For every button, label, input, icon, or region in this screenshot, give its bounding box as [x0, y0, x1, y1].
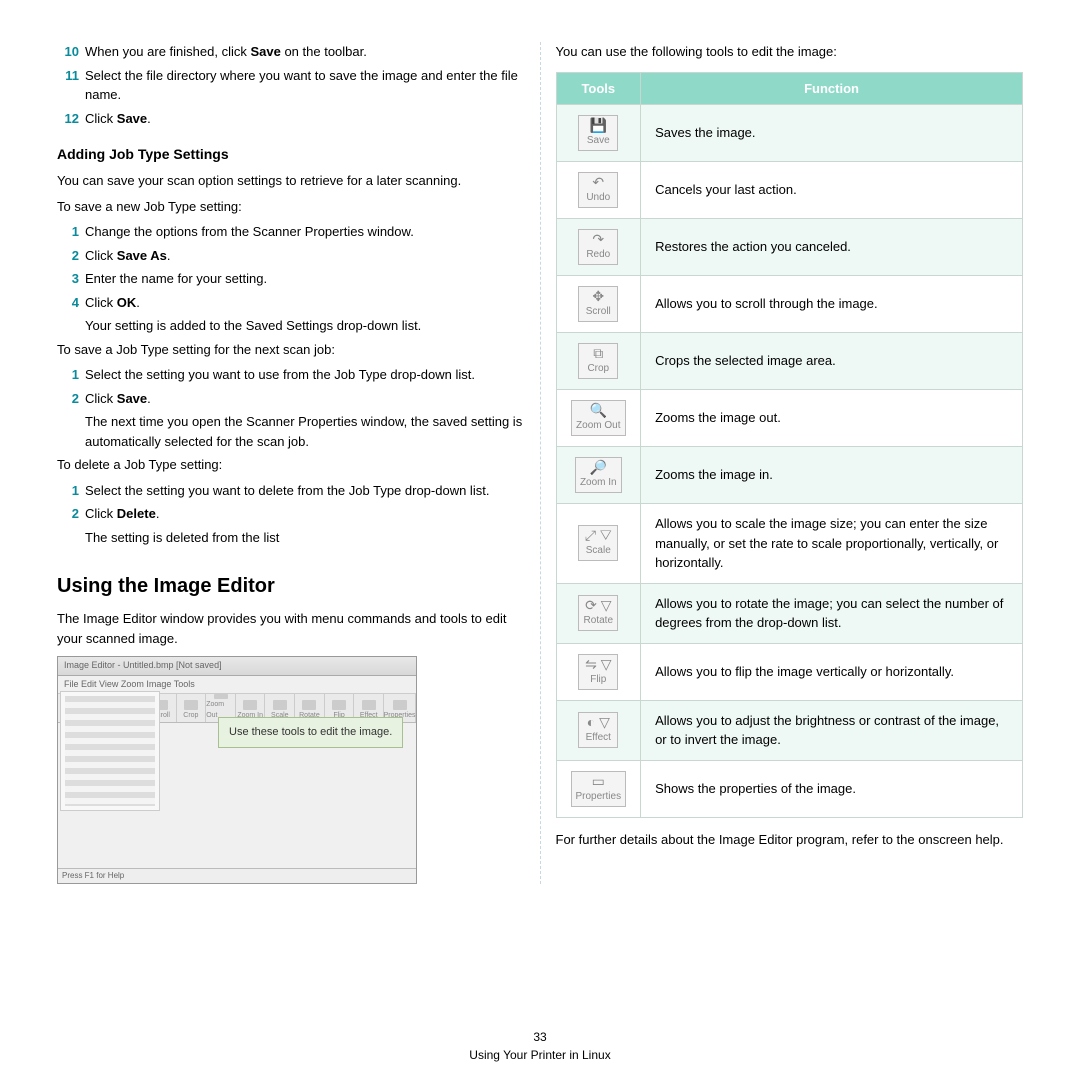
cell-desc: Allows you to scroll through the image. [641, 276, 1023, 333]
tools-table: Tools Function 💾Save Saves the image. ↶Un… [556, 72, 1024, 818]
rotate-icon [302, 700, 316, 710]
callout-box: Use these tools to edit the image. [218, 717, 403, 748]
scale-tool-icon: ⤢ ▽Scale [578, 525, 618, 561]
next-step: 1Select the setting you want to use from… [57, 365, 525, 385]
cell-desc: Cancels your last action. [641, 162, 1023, 219]
cell-desc: Shows the properties of the image. [641, 760, 1023, 817]
left-column: 10 When you are finished, click Save on … [42, 42, 541, 884]
save-step: 4Click OK. [57, 293, 525, 313]
table-row: ⤢ ▽Scale Allows you to scale the image si… [556, 504, 1023, 584]
properties-tool-icon: ▭Properties [571, 771, 627, 807]
flip-icon [332, 700, 346, 710]
next-step: 2Click Save. [57, 389, 525, 409]
heading-using-image-editor: Using the Image Editor [57, 571, 525, 601]
redo-tool-icon: ↷Redo [578, 229, 618, 265]
table-row: ⟳ ▽Rotate Allows you to rotate the image;… [556, 583, 1023, 643]
tb-crop: Crop [177, 694, 207, 722]
table-row: ⇋ ▽Flip Allows you to flip the image vert… [556, 643, 1023, 700]
properties-icon [393, 700, 407, 710]
table-row: ↷Redo Restores the action you canceled. [556, 219, 1023, 276]
scroll-tool-icon: ✥Scroll [578, 286, 618, 322]
th-tools: Tools [556, 72, 641, 105]
crop-tool-icon: ⧉Crop [578, 343, 618, 379]
cell-desc: Restores the action you canceled. [641, 219, 1023, 276]
step-text: Click Save. [85, 109, 525, 129]
save-step: 3Enter the name for your setting. [57, 269, 525, 289]
scale-icon [273, 700, 287, 710]
page-number: 33 [0, 1028, 1080, 1046]
image-editor-screenshot: Image Editor - Untitled.bmp [Not saved] … [57, 656, 417, 884]
step-text: When you are finished, click Save on the… [85, 42, 525, 62]
step-number: 11 [57, 66, 79, 105]
step-text: Select the file directory where you want… [85, 66, 525, 105]
cell-desc: Crops the selected image area. [641, 333, 1023, 390]
step-10: 10 When you are finished, click Save on … [57, 42, 525, 62]
right-column: You can use the following tools to edit … [541, 42, 1039, 884]
cell-desc: Allows you to adjust the brightness or c… [641, 700, 1023, 760]
page-footer: 33 Using Your Printer in Linux [0, 1028, 1080, 1064]
step-12: 12 Click Save. [57, 109, 525, 129]
para-save-lead: To save a new Job Type setting: [57, 197, 525, 217]
table-row: 🔍Zoom Out Zooms the image out. [556, 390, 1023, 447]
cell-desc: Zooms the image in. [641, 447, 1023, 504]
cell-desc: Allows you to flip the image vertically … [641, 643, 1023, 700]
next-note: The next time you open the Scanner Prope… [85, 412, 525, 451]
table-row: ⧉Crop Crops the selected image area. [556, 333, 1023, 390]
table-row: 💾Save Saves the image. [556, 105, 1023, 162]
step-11: 11 Select the file directory where you w… [57, 66, 525, 105]
flip-tool-icon: ⇋ ▽Flip [578, 654, 618, 690]
table-row: ◐ ▽Effect Allows you to adjust the bright… [556, 700, 1023, 760]
save-step: 1Change the options from the Scanner Pro… [57, 222, 525, 242]
undo-tool-icon: ↶Undo [578, 172, 618, 208]
zoom-in-icon [243, 700, 257, 710]
del-step: 2Click Delete. [57, 504, 525, 524]
save-tool-icon: 💾Save [578, 115, 618, 151]
para-using-intro: The Image Editor window provides you wit… [57, 609, 525, 648]
para-del-lead: To delete a Job Type setting: [57, 455, 525, 475]
para-outro: For further details about the Image Edit… [556, 830, 1024, 850]
page-body: 10 When you are finished, click Save on … [0, 0, 1080, 884]
zoom-out-tool-icon: 🔍Zoom Out [571, 400, 625, 436]
para-tools-intro: You can use the following tools to edit … [556, 42, 1024, 62]
zoom-in-tool-icon: 🔎Zoom In [575, 457, 622, 493]
rotate-tool-icon: ⟳ ▽Rotate [578, 595, 618, 631]
effect-tool-icon: ◐ ▽Effect [578, 712, 618, 748]
table-row: 🔎Zoom In Zooms the image in. [556, 447, 1023, 504]
heading-adding-job-type: Adding Job Type Settings [57, 144, 525, 165]
th-function: Function [641, 72, 1023, 105]
para-save-intro: You can save your scan option settings t… [57, 171, 525, 191]
footer-text: Using Your Printer in Linux [0, 1046, 1080, 1064]
para-next-lead: To save a Job Type setting for the next … [57, 340, 525, 360]
table-row: ↶Undo Cancels your last action. [556, 162, 1023, 219]
step-number: 10 [57, 42, 79, 62]
table-row: ✥Scroll Allows you to scroll through the … [556, 276, 1023, 333]
cell-desc: Allows you to rotate the image; you can … [641, 583, 1023, 643]
crop-icon [184, 700, 198, 710]
del-step: 1Select the setting you want to delete f… [57, 481, 525, 501]
table-row: ▭Properties Shows the properties of the i… [556, 760, 1023, 817]
cell-desc: Allows you to scale the image size; you … [641, 504, 1023, 584]
app-titlebar: Image Editor - Untitled.bmp [Not saved] [58, 657, 416, 676]
effect-icon [362, 700, 376, 710]
save-note: Your setting is added to the Saved Setti… [85, 316, 525, 336]
del-note: The setting is deleted from the list [85, 528, 525, 548]
cell-desc: Zooms the image out. [641, 390, 1023, 447]
app-statusbar: Press F1 for Help [58, 868, 416, 883]
canvas-preview [60, 691, 160, 811]
step-number: 12 [57, 109, 79, 129]
cell-desc: Saves the image. [641, 105, 1023, 162]
table-header-row: Tools Function [556, 72, 1023, 105]
save-step: 2Click Save As. [57, 246, 525, 266]
zoom-out-icon [214, 694, 228, 699]
